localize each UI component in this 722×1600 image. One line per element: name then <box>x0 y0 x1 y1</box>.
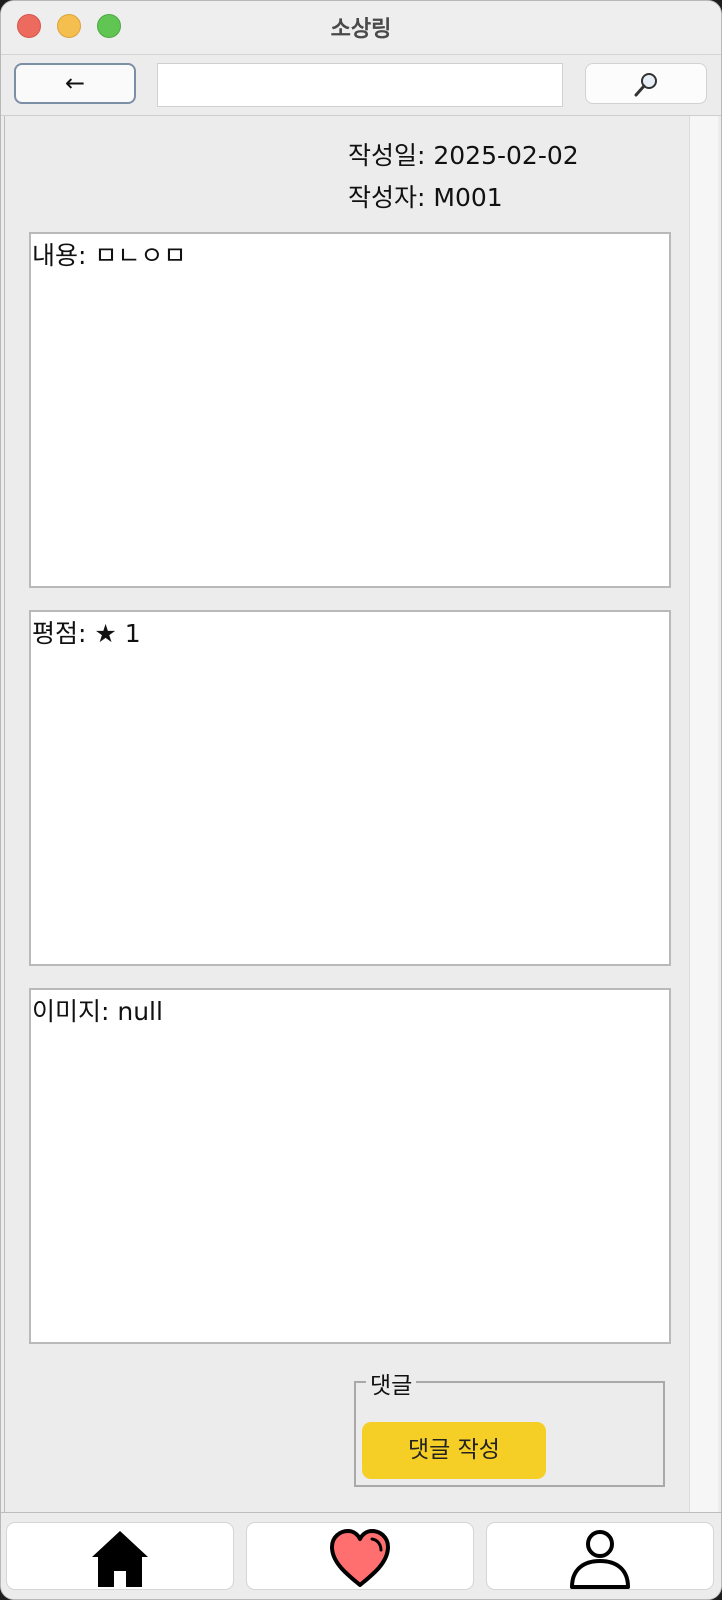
content-text: 내용: ㅁㄴㅇㅁ <box>32 241 187 270</box>
post-author: 작성자: M001 <box>348 183 503 212</box>
nav-like-button[interactable] <box>246 1522 474 1590</box>
bottom-nav <box>1 1513 721 1599</box>
title-bar: 소상링 <box>1 1 721 55</box>
back-button[interactable]: ← <box>14 63 136 104</box>
nav-profile-button[interactable] <box>486 1522 714 1590</box>
comment-group-legend: 댓글 <box>366 1366 417 1400</box>
comment-group: 댓글 댓글 작성 <box>354 1366 665 1487</box>
post-detail-area: 작성일: 2025-02-02 작성자: M001 내용: ㅁㄴㅇㅁ 평점: ★… <box>1 115 721 1513</box>
magnifier-icon <box>634 73 657 97</box>
write-comment-button[interactable]: 댓글 작성 <box>362 1422 546 1479</box>
user-icon <box>570 1530 630 1589</box>
content-box: 내용: ㅁㄴㅇㅁ <box>29 232 671 588</box>
home-icon <box>92 1531 148 1587</box>
post-date: 작성일: 2025-02-02 <box>348 141 579 170</box>
window-title: 소상링 <box>330 17 392 42</box>
app-window: 소상링 ← 작성일: 2025-02-02 작성자: M001 내용: ㅁㄴㅇㅁ… <box>0 0 722 1600</box>
toolbar: ← <box>1 55 721 115</box>
heart-icon <box>330 1529 390 1587</box>
image-box: 이미지: null <box>29 988 671 1344</box>
search-button[interactable] <box>585 63 707 104</box>
image-text: 이미지: null <box>32 997 163 1026</box>
rating-box: 평점: ★ 1 <box>29 610 671 966</box>
rating-text: 평점: ★ 1 <box>32 619 141 648</box>
post-detail-panel: 작성일: 2025-02-02 작성자: M001 내용: ㅁㄴㅇㅁ 평점: ★… <box>4 116 688 1512</box>
nav-home-button[interactable] <box>6 1522 234 1590</box>
vertical-scrollbar[interactable] <box>689 116 718 1512</box>
search-input[interactable] <box>157 63 563 107</box>
